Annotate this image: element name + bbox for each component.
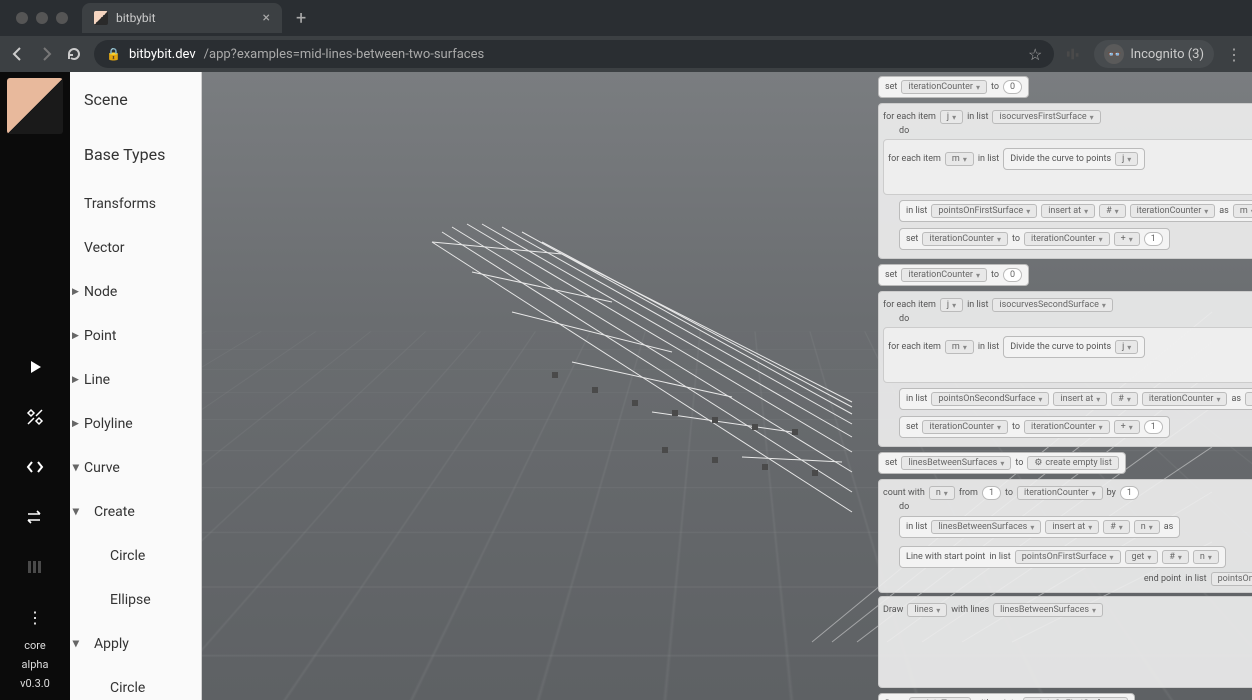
tools-button[interactable] (20, 402, 50, 432)
close-window-icon[interactable] (16, 12, 28, 24)
incognito-badge[interactable]: 👓 Incognito (3) (1094, 40, 1214, 68)
forward-button[interactable] (38, 46, 54, 62)
alpha-label: alpha (22, 658, 49, 671)
code-button[interactable] (20, 452, 50, 482)
back-button[interactable] (10, 46, 26, 62)
chevron-right-icon: ▶ (72, 331, 79, 341)
play-button[interactable] (20, 352, 50, 382)
url-domain: bitbybit.dev (129, 47, 196, 62)
version-label: v0.3.0 (20, 677, 50, 690)
chevron-down-icon: ▶ (70, 465, 80, 472)
cat-circle2[interactable]: Circle (70, 666, 201, 700)
cat-transforms[interactable]: Transforms (70, 182, 201, 226)
menu-icon[interactable]: ⋮ (1226, 46, 1242, 62)
url-path: /app?examples=mid-lines-between-two-surf… (204, 47, 485, 62)
version-labels: core alpha v0.3.0 (20, 639, 50, 690)
logo-column: ⋮ core alpha v0.3.0 (0, 72, 70, 700)
side-icon-rail: ⋮ core alpha v0.3.0 (0, 72, 70, 700)
cat-polyline[interactable]: ▶Polyline (70, 402, 201, 446)
cat-scene[interactable]: Scene (70, 72, 201, 127)
more-button[interactable]: ⋮ (20, 602, 50, 632)
maximize-window-icon[interactable] (56, 12, 68, 24)
chevron-right-icon: ▶ (72, 287, 79, 297)
cat-create[interactable]: ▶Create (70, 490, 201, 534)
window-controls (8, 12, 76, 24)
count-block[interactable]: count with n from 1 to iterationCounter … (878, 479, 1252, 593)
chevron-down-icon: ▶ (70, 509, 80, 516)
cat-curve[interactable]: ▶Curve (70, 446, 201, 490)
blockly-workspace[interactable]: set iterationCounter to 0 for each item … (878, 72, 1252, 700)
draw-lines-block[interactable]: Draw lines with lines linesBetweenSurfac… (878, 596, 1252, 688)
cat-point[interactable]: ▶Point (70, 314, 201, 358)
chevron-right-icon: ▶ (72, 375, 79, 385)
browser-tab[interactable]: bitbybit × (82, 3, 282, 33)
tab-bar: bitbybit × + (0, 0, 1252, 36)
canvas-area[interactable]: set iterationCounter to 0 for each item … (202, 72, 1252, 700)
library-button[interactable] (20, 552, 50, 582)
browser-chrome: bitbybit × + 🔒 bitbybit.dev/app?examples… (0, 0, 1252, 72)
foreach-block-1[interactable]: for each item j in list isocurvesFirstSu… (878, 103, 1252, 259)
cat-apply[interactable]: ▶Apply (70, 622, 201, 666)
cat-line[interactable]: ▶Line (70, 358, 201, 402)
close-tab-icon[interactable]: × (263, 10, 270, 26)
cat-vector[interactable]: Vector (70, 226, 201, 270)
app-root: ⋮ core alpha v0.3.0 Scene Base Types Tra… (0, 72, 1252, 700)
url-bar[interactable]: 🔒 bitbybit.dev/app?examples=mid-lines-be… (94, 40, 1054, 68)
nav-bar: 🔒 bitbybit.dev/app?examples=mid-lines-be… (0, 36, 1252, 72)
minimize-window-icon[interactable] (36, 12, 48, 24)
app-logo-icon[interactable] (7, 78, 63, 134)
new-tab-button[interactable]: + (288, 8, 314, 29)
foreach-block-2[interactable]: for each item j in list isocurvesSecondS… (878, 291, 1252, 447)
incognito-label: Incognito (3) (1130, 47, 1204, 62)
chevron-right-icon: ▶ (72, 419, 79, 429)
lock-icon: 🔒 (106, 47, 121, 61)
cat-node[interactable]: ▶Node (70, 270, 201, 314)
chevron-down-icon: ▶ (70, 641, 80, 648)
category-panel: Scene Base Types Transforms Vector ▶Node… (70, 72, 202, 700)
cat-circle[interactable]: Circle (70, 534, 201, 578)
cat-base-types[interactable]: Base Types (70, 127, 201, 182)
favicon-icon (94, 11, 108, 25)
swap-button[interactable] (20, 502, 50, 532)
cat-ellipse[interactable]: Ellipse (70, 578, 201, 622)
core-label: core (24, 639, 46, 652)
media-icon[interactable] (1066, 46, 1082, 62)
tab-title: bitbybit (116, 11, 255, 25)
reload-button[interactable] (66, 46, 82, 62)
incognito-icon: 👓 (1104, 44, 1124, 64)
bookmark-icon[interactable]: ☆ (1028, 45, 1042, 64)
